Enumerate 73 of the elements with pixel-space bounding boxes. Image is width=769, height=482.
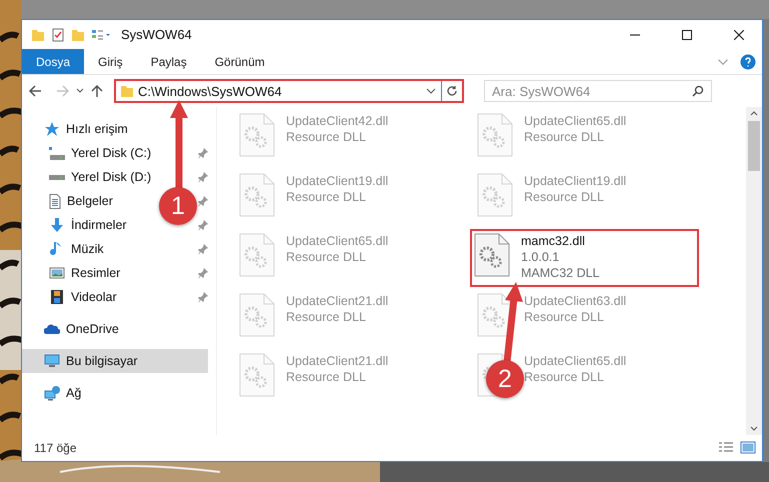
file-detail: Resource DLL: [524, 370, 605, 384]
maximize-icon: [682, 30, 692, 40]
file-detail: Resource DLL: [286, 250, 367, 264]
file-detail: Resource DLL: [286, 310, 367, 324]
window-title: SysWOW64: [121, 27, 193, 42]
sidebar-item[interactable]: Resimler: [22, 261, 126, 285]
dll-file-icon: [239, 233, 275, 277]
document-icon: [49, 194, 61, 208]
search-icon: [692, 85, 704, 97]
dll-file-icon: [239, 113, 275, 157]
drive-icon: [49, 174, 65, 180]
dll-file-icon: [477, 293, 513, 337]
close-icon: [734, 30, 744, 40]
folder-icon: [31, 28, 45, 42]
computer-icon: [44, 353, 60, 369]
back-arrow-icon: [28, 84, 42, 98]
sidebar-item[interactable]: Yerel Disk (D:): [22, 165, 158, 189]
sidebar-item[interactable]: Videolar: [22, 285, 123, 309]
image-icon: [740, 441, 756, 455]
ribbon-tab[interactable]: Görünüm: [200, 49, 279, 74]
chevron-down-icon: [426, 86, 436, 96]
file-detail: Resource DLL: [524, 190, 605, 204]
ribbon-tab[interactable]: Paylaş: [136, 49, 201, 74]
scrollbar[interactable]: [746, 107, 762, 435]
file-detail: Resource DLL: [286, 370, 367, 384]
new-folder-icon: [71, 28, 85, 42]
search-field[interactable]: Ara: SysWOW64: [484, 80, 712, 102]
up-arrow-icon: [90, 84, 104, 98]
file-detail: 1.0.0.1: [521, 250, 560, 264]
file-detail: Resource DLL: [286, 130, 367, 144]
drive-icon: [49, 146, 65, 160]
up-button[interactable]: [90, 84, 104, 98]
file-name[interactable]: mamc32.dll: [521, 234, 600, 248]
customize-toolbar-icon: [91, 28, 111, 42]
sidebar-item[interactable]: Ağ: [22, 381, 88, 405]
sidebar-item[interactable]: Hızlı erişim: [22, 117, 134, 141]
scrollbar-thumb[interactable]: [748, 121, 760, 171]
download-icon: [49, 217, 65, 233]
dll-file-icon: [477, 173, 513, 217]
sidebar-item[interactable]: OneDrive: [22, 317, 125, 341]
file-detail: Resource DLL: [524, 130, 605, 144]
dll-file-icon: [239, 353, 275, 397]
sidebar-item[interactable]: Bu bilgisayar: [22, 349, 208, 373]
file-detail: Resource DLL: [524, 310, 605, 324]
file-detail: MAMC32 DLL: [521, 266, 600, 280]
ribbon-tab[interactable]: Giriş: [84, 49, 137, 74]
large-icons-view-button[interactable]: [740, 441, 756, 455]
sidebar-item[interactable]: Müzik: [22, 237, 110, 261]
folder-icon: [120, 84, 134, 98]
back-button[interactable]: [28, 84, 42, 98]
recent-locations-button[interactable]: [76, 87, 84, 95]
star-icon: [44, 121, 60, 137]
file-detail: Resource DLL: [286, 190, 367, 204]
item-count: 117 öğe: [34, 441, 78, 455]
dll-file-icon: [477, 113, 513, 157]
chevron-down-icon: [718, 58, 728, 64]
image-icon: [49, 265, 65, 281]
file-tab[interactable]: Dosya: [22, 49, 84, 74]
network-icon: [44, 385, 60, 401]
dll-file-icon: [239, 173, 275, 217]
dll-file-icon: [474, 233, 510, 277]
chevron-down-icon: [76, 87, 84, 95]
help-icon: [740, 54, 756, 70]
forward-arrow-icon: [56, 84, 70, 98]
refresh-icon: [446, 85, 458, 97]
sidebar-item[interactable]: İndirmeler: [22, 213, 133, 237]
properties-icon: [51, 28, 65, 42]
address-bar[interactable]: C:\Windows\SysWOW64: [114, 79, 464, 103]
sidebar-item[interactable]: Belgeler: [22, 189, 119, 213]
film-icon: [49, 289, 65, 305]
dll-file-icon: [239, 293, 275, 337]
sidebar-item[interactable]: Yerel Disk (C:): [22, 141, 158, 165]
selection-frame[interactable]: mamc32.dll 1.0.0.1 MAMC32 DLL: [472, 231, 697, 285]
